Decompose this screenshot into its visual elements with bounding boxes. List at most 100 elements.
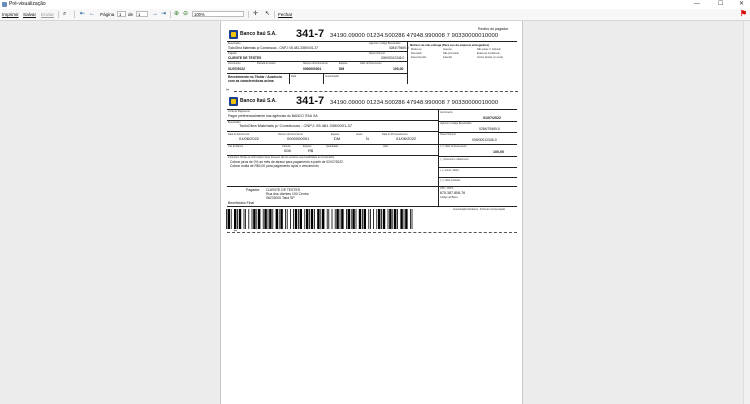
app-logo-icon: ⚑ — [739, 9, 747, 18]
minimize-button[interactable]: — — [694, 0, 700, 9]
close-preview-button[interactable]: Fechar — [278, 11, 292, 18]
agencia-label: Agência / Código Beneficiário — [440, 122, 472, 125]
linha-digitavel[interactable]: 34190.09000 01234.500286 47948.990008 7 … — [330, 100, 498, 107]
divider — [289, 74, 290, 84]
zoom-out-icon[interactable]: ⊖ — [183, 11, 188, 18]
next-page-icon[interactable]: → — [152, 11, 158, 18]
boleto-page: Banco Itaú S.A. 341-7 34190.09000 01234.… — [220, 21, 523, 404]
num-doc-label: Número do Documento — [303, 62, 328, 65]
pointer-icon[interactable]: ↖ — [265, 11, 270, 18]
beneficiario-value: TodoObra Materiais p/ Construcao - CNPJ:… — [228, 46, 319, 50]
bank-name: Banco Itaú S.A. — [240, 98, 277, 104]
binoculars-icon[interactable]: ⌕ — [63, 11, 66, 18]
recebimento-text-2: com as características acima — [228, 79, 274, 83]
cpf-value: 675.387.808-76 — [440, 191, 466, 195]
toolbar-separator — [74, 11, 75, 18]
parcela-label: Parcela do boleto — [257, 62, 276, 65]
beneficiario-label: Beneficiário — [228, 42, 241, 45]
aceite-label: Aceite — [356, 133, 363, 136]
last-page-icon[interactable]: ⇥ — [161, 11, 166, 18]
motivo-item: Ausente — [443, 48, 452, 51]
motivo-item: Mudou-se — [411, 48, 422, 51]
send-button[interactable]: Enviar — [41, 11, 54, 18]
agencia-value: 0284/79469-0 — [389, 46, 409, 50]
valor-label: Valor — [383, 145, 389, 148]
bank-name: Banco Itaú S.A. — [240, 31, 277, 37]
divider — [438, 109, 439, 207]
valor-doc-value: 100,00 — [493, 150, 504, 154]
itau-logo-icon — [229, 97, 238, 106]
desconto-label: ( - ) Desconto / Abatimento — [440, 158, 469, 161]
data-label: Data — [291, 75, 297, 78]
zoom-select[interactable]: 100% — [192, 11, 244, 17]
divider — [227, 206, 517, 207]
nosso-numero-value: 009/00012345-0 — [472, 138, 497, 142]
page-label: Página — [100, 12, 115, 17]
data-proc-value: 01/06/2022 — [396, 136, 417, 141]
motivo-item: Recusado — [411, 52, 422, 55]
pagador-label: Pagador — [246, 188, 260, 192]
motivo-item: Endereço insuficiente — [477, 52, 500, 55]
motivo-item: Desconhecido — [411, 56, 427, 59]
toolbar-separator — [274, 11, 275, 18]
motivo-item: Outros (anotar no verso) — [477, 56, 504, 59]
zoom-in-icon[interactable]: ⊕ — [174, 11, 179, 18]
toolbar-separator — [170, 11, 171, 18]
total-pages-field: 1 — [136, 11, 148, 17]
motivo-item: Não existe nº indicado — [477, 48, 501, 51]
autenticacao-label: Autenticação — [325, 75, 339, 78]
juros-label: ( + ) Juros / Multa — [440, 169, 459, 172]
window-title: Pré-visualização — [9, 1, 46, 7]
divider — [438, 177, 517, 178]
quantidade-label: Quantidade — [326, 145, 339, 148]
nosso-numero-label: Nosso Número — [369, 52, 385, 55]
divider — [227, 186, 438, 187]
divider — [438, 156, 517, 157]
scissors-icon: ✂ — [226, 87, 230, 92]
instrucoes-label: Instruções (Todas as informações deste b… — [228, 156, 335, 159]
autenticacao-mecanica-label: Autenticação Mecânica - Ficha de Compens… — [453, 208, 506, 211]
print-button[interactable]: Imprimir — [2, 11, 19, 18]
close-button[interactable]: ✕ — [739, 0, 744, 9]
carteira-value: 008 — [284, 148, 291, 153]
nosso-numero-value: 009/00012345-0 — [381, 56, 405, 60]
maximize-button[interactable]: ☐ — [718, 0, 723, 9]
barcode-image — [226, 209, 413, 229]
beneficiario-final-label: Beneficiário Final — [228, 201, 255, 205]
toolbar-separator — [248, 11, 249, 18]
vencimento-label: Vencimento — [228, 62, 241, 65]
crosshair-icon[interactable]: ✛ — [253, 11, 258, 18]
aceite-value: N — [366, 136, 369, 141]
vencimento-value: 01/07/2022 — [228, 67, 245, 71]
save-button[interactable]: Salvar — [23, 11, 36, 18]
valor-doc-value: 100,00 — [393, 67, 404, 71]
divider — [438, 167, 517, 168]
motivo-item: Falecido — [443, 56, 453, 59]
especie-moeda-value: R$ — [308, 148, 314, 153]
app-icon — [2, 2, 7, 7]
linha-digitavel[interactable]: 34190.09000 01234.500286 47948.990008 7 … — [330, 33, 498, 40]
vencimento-label: Vencimento — [440, 111, 453, 114]
page-input[interactable]: 1 — [117, 11, 126, 17]
data-doc-value: 01/06/2022 — [239, 136, 260, 141]
divider — [407, 41, 408, 84]
local-pagamento-value: Pagar preferencialmente nas agências do … — [228, 114, 318, 118]
divider — [227, 120, 438, 121]
cut-line — [227, 232, 517, 233]
beneficiario-value: TodoObra Materiais p/ Construcao - CNPJ:… — [239, 123, 352, 128]
pagador-value: CLIENTE DE TESTES — [228, 56, 262, 60]
endereco-2: 06276000 Tatui SP — [266, 196, 295, 200]
divider — [227, 131, 438, 132]
pagador-label: Pagador — [228, 52, 238, 55]
instrucao-2: Cobrar multa de R$0,00 para pagamento ap… — [230, 164, 319, 168]
num-doc-value: 0000000001 — [303, 67, 322, 71]
cpf-label: CPF / CNPJ: — [440, 187, 454, 190]
first-page-icon[interactable]: ⇤ — [80, 11, 85, 18]
nosso-numero-label: Nosso Número — [440, 133, 456, 136]
prev-page-icon[interactable]: ← — [89, 11, 95, 18]
vertical-scrollbar[interactable] — [743, 21, 750, 404]
especie-label: Espécie — [339, 62, 348, 65]
toolbar-separator — [58, 11, 59, 18]
title-bar: Pré-visualização — ☐ ✕ — [0, 0, 750, 9]
uso-banco-label: Uso do Banco — [228, 145, 244, 148]
